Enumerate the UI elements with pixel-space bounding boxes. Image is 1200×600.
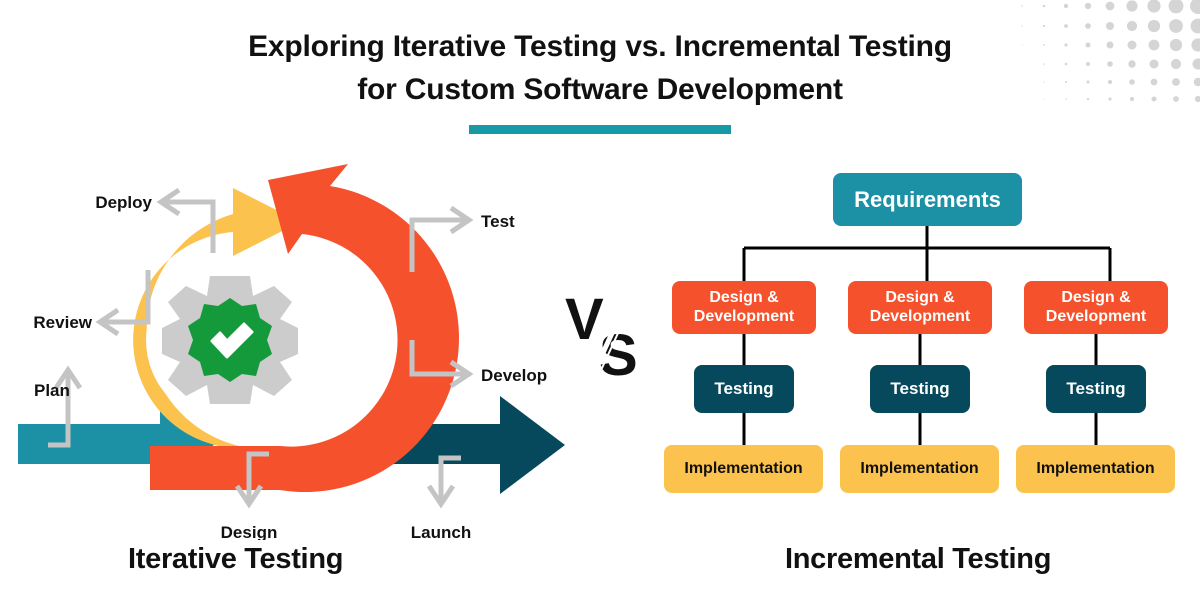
node-design-development-2[interactable]: Design & Development <box>848 281 992 334</box>
node-testing-3[interactable]: Testing <box>1046 365 1146 413</box>
iterative-testing-caption: Iterative Testing <box>128 543 344 575</box>
cycle-label-develop: Develop <box>481 366 547 385</box>
iterative-testing-diagram: Plan Review Deploy Test Develop Design L… <box>18 164 565 540</box>
cycle-label-deploy: Deploy <box>95 193 152 212</box>
node-testing-1[interactable]: Testing <box>694 365 794 413</box>
node-testing-2[interactable]: Testing <box>870 365 970 413</box>
node-implementation-1[interactable]: Implementation <box>664 445 823 493</box>
cycle-label-plan: Plan <box>34 381 70 400</box>
node-design-development-3[interactable]: Design & Development <box>1024 281 1168 334</box>
cycle-label-launch: Launch <box>411 523 471 540</box>
node-design-development-1[interactable]: Design & Development <box>672 281 816 334</box>
cycle-label-review: Review <box>33 313 92 332</box>
node-implementation-3[interactable]: Implementation <box>1016 445 1175 493</box>
title-underline-accent <box>469 125 731 135</box>
node-requirements[interactable]: Requirements <box>833 173 1022 226</box>
incremental-testing-caption: Incremental Testing <box>785 543 1052 575</box>
incremental-testing-diagram: Requirements Design & Development Testin… <box>660 160 1200 505</box>
node-implementation-2[interactable]: Implementation <box>840 445 999 493</box>
cycle-label-design: Design <box>221 523 278 540</box>
page-title: Exploring Iterative Testing vs. Incremen… <box>248 30 952 106</box>
cycle-label-test: Test <box>481 212 515 231</box>
title-block: Exploring Iterative Testing vs. Incremen… <box>0 26 1200 135</box>
versus-badge: V S <box>565 281 642 382</box>
